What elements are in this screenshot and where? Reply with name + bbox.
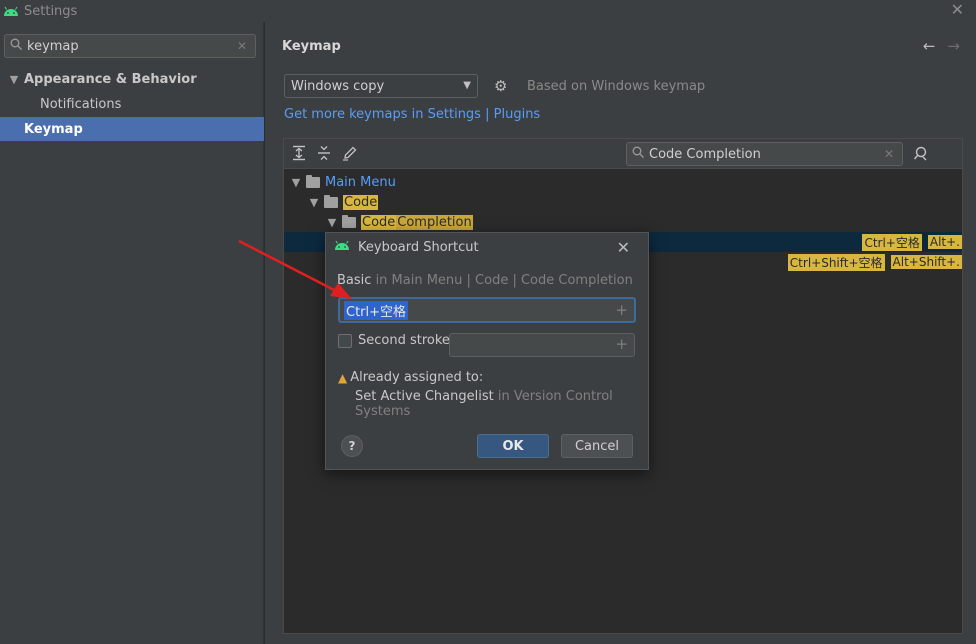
page-title: Keymap: [282, 39, 341, 54]
android-icon: [0, 0, 22, 22]
shortcut-chip: Ctrl+空格: [862, 233, 922, 251]
sidebar-item-keymap[interactable]: Keymap: [0, 117, 264, 141]
help-button[interactable]: ?: [341, 435, 363, 457]
settings-search-input[interactable]: [27, 38, 227, 54]
second-stroke-field[interactable]: +: [449, 333, 635, 357]
shortcut-cell: Ctrl+Shift+空格 Alt+Shift+.: [782, 253, 962, 271]
search-icon: [627, 146, 649, 162]
action-path: Basic in Main Menu | Code | Code Complet…: [337, 273, 633, 288]
keymap-links: Get more keymaps in Settings | Plugins: [284, 107, 540, 122]
close-icon[interactable]: ✕: [617, 238, 630, 257]
second-stroke-row: Second stroke:: [338, 333, 454, 348]
clear-search-icon[interactable]: ✕: [237, 39, 247, 53]
chevron-down-icon[interactable]: ▼: [290, 176, 302, 189]
tree-label-part1: Code: [361, 214, 397, 230]
warning-icon: ▲: [338, 370, 348, 385]
sidebar-item-notifications[interactable]: Notifications: [0, 92, 264, 116]
dialog-title: Keyboard Shortcut: [358, 240, 479, 255]
first-stroke-value[interactable]: Ctrl+空格: [344, 300, 409, 320]
conflict-warning: ▲ Already assigned to:: [338, 370, 483, 385]
keymap-dropdown-value: Windows copy: [291, 78, 385, 94]
clear-search-icon[interactable]: ✕: [884, 147, 894, 161]
sidebar-item-label: Keymap: [24, 121, 83, 137]
tree-row-code-completion[interactable]: ▼ Code Completion: [326, 212, 976, 232]
settings-sidebar: ✕ ▼ Appearance & Behavior Notifications …: [0, 22, 264, 644]
tree-label: Main Menu: [325, 174, 396, 190]
folder-icon: [324, 194, 338, 208]
keyboard-shortcut-dialog: Keyboard Shortcut ✕ Basic in Main Menu |…: [325, 232, 649, 470]
chevron-down-icon[interactable]: ▼: [308, 196, 320, 209]
sidebar-item-appearance-behavior[interactable]: ▼ Appearance & Behavior: [0, 67, 264, 91]
chevron-down-icon[interactable]: ▼: [326, 216, 338, 229]
menu-folder-icon: [306, 174, 320, 188]
android-icon: [334, 240, 350, 255]
dialog-header: Keyboard Shortcut: [334, 240, 479, 255]
dropdown-arrow-icon: ▼: [463, 80, 471, 91]
conflicting-action: Set Active Changelist in Version Control…: [355, 389, 648, 419]
settings-search-field[interactable]: ✕: [4, 34, 256, 58]
shortcut-cell: Ctrl+空格 Alt+.: [856, 233, 962, 251]
second-stroke-label: Second stroke:: [358, 333, 455, 348]
warning-text: Already assigned to:: [350, 370, 484, 385]
history-navigation: ← →: [923, 37, 960, 55]
tree-label-part2: Completion: [396, 214, 473, 230]
add-stroke-icon[interactable]: +: [615, 335, 628, 353]
tree-row-main-menu[interactable]: ▼ Main Menu: [290, 172, 968, 192]
tree-label: Code: [343, 194, 379, 210]
arrow-left-icon[interactable]: ←: [923, 37, 936, 55]
search-icon: [5, 38, 27, 54]
first-stroke-field[interactable]: Ctrl+空格 +: [338, 297, 636, 323]
action-location: in Main Menu | Code | Code Completion: [375, 273, 633, 288]
folder-icon: [342, 214, 356, 228]
add-stroke-icon[interactable]: +: [615, 301, 628, 319]
sidebar-item-label: Appearance & Behavior: [24, 71, 197, 87]
get-more-keymaps-link[interactable]: Get more keymaps in Settings: [284, 107, 481, 122]
shortcut-chip: Alt+Shift+.: [890, 255, 962, 269]
plugins-link[interactable]: Plugins: [494, 107, 541, 122]
edit-shortcut-icon[interactable]: [342, 145, 358, 165]
action-search-field[interactable]: ✕: [626, 142, 903, 166]
ok-button[interactable]: OK: [477, 434, 549, 458]
tree-row-code[interactable]: ▼ Code: [308, 192, 976, 212]
shortcut-chip: Alt+.: [927, 235, 962, 249]
action-search-input[interactable]: [649, 146, 869, 162]
gear-icon[interactable]: ⚙: [494, 77, 507, 95]
shortcut-chip: Ctrl+Shift+空格: [787, 253, 885, 271]
keymap-dropdown[interactable]: Windows copy ▼: [284, 74, 478, 98]
find-by-shortcut-icon[interactable]: [913, 145, 929, 165]
collapse-all-icon[interactable]: [317, 145, 331, 165]
expand-all-icon[interactable]: [292, 145, 306, 165]
based-on-text: Based on Windows keymap: [527, 79, 706, 94]
second-stroke-checkbox[interactable]: [338, 333, 352, 348]
window-title: Settings: [24, 3, 78, 19]
window-close-button[interactable]: ✕: [951, 0, 964, 20]
keymap-toolbar: ✕: [284, 139, 962, 169]
title-bar: Settings ✕: [0, 0, 976, 22]
arrow-right-icon[interactable]: →: [947, 37, 960, 55]
link-separator: |: [485, 107, 490, 122]
cancel-button[interactable]: Cancel: [561, 434, 633, 458]
chevron-down-icon[interactable]: ▼: [8, 73, 20, 86]
sidebar-item-label: Notifications: [40, 96, 122, 112]
conflicting-action-name: Set Active Changelist: [355, 389, 494, 404]
action-name: Basic: [337, 273, 372, 288]
